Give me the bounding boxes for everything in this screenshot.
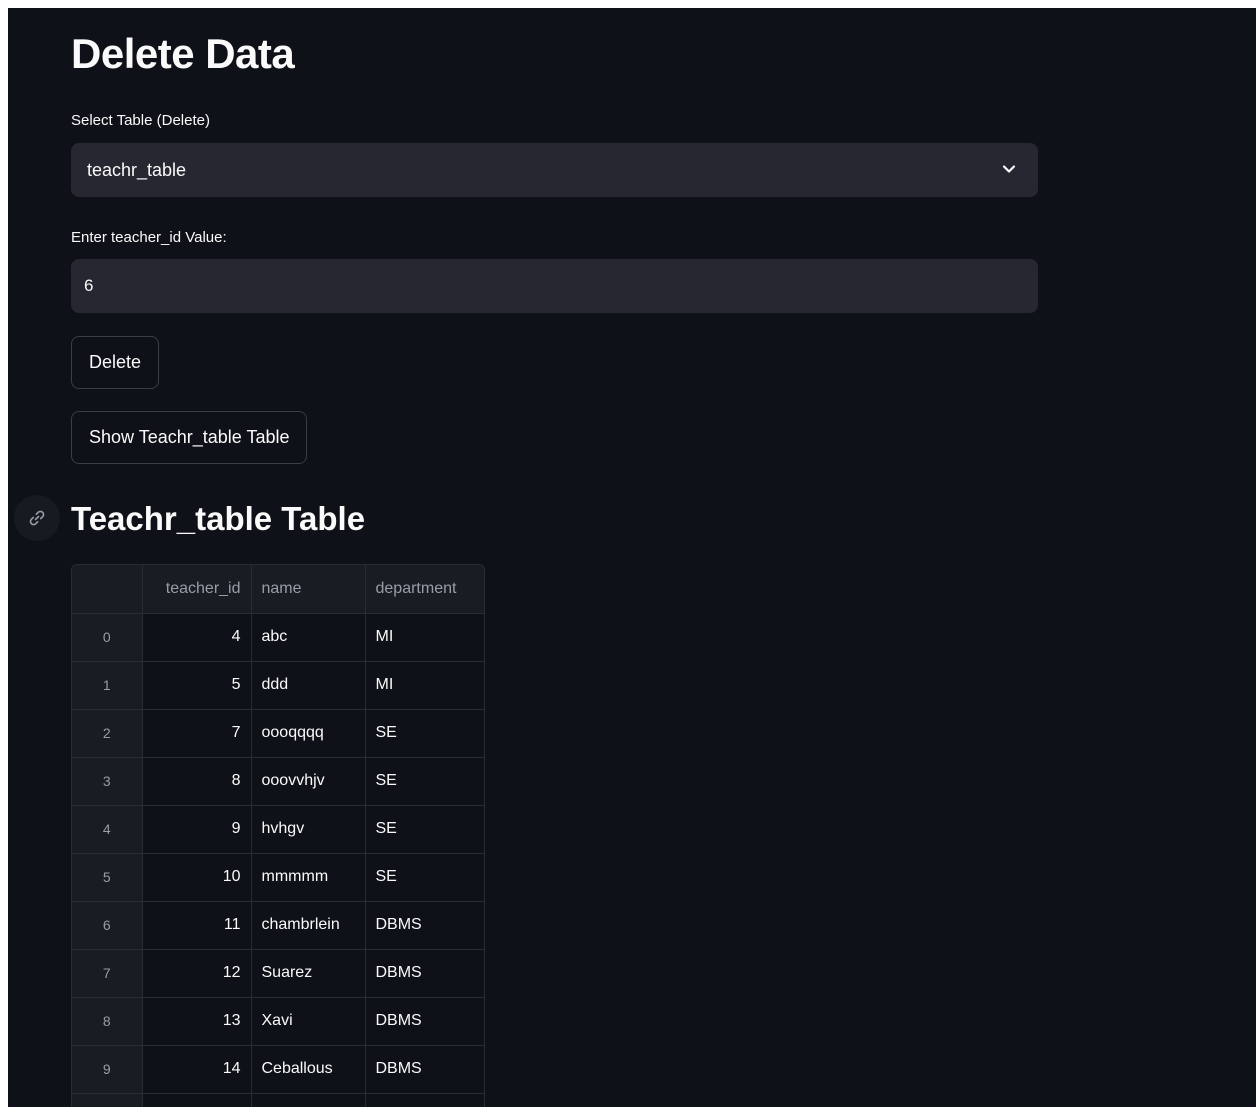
column-header-department[interactable]: department xyxy=(365,565,484,614)
row-index-cell[interactable]: 3 xyxy=(72,757,143,806)
row-index-cell[interactable]: 5 xyxy=(72,853,143,902)
data-table[interactable]: teacher_id name department 0 4 abc MI 1 5 ddd M… xyxy=(71,564,485,1107)
teacher-id-label: Enter teacher_id Value: xyxy=(71,229,227,246)
department-cell[interactable]: DBMS xyxy=(365,901,484,950)
table-row[interactable]: 9 14 Ceballous DBMS xyxy=(72,1045,484,1094)
table-header-row: teacher_id name department xyxy=(72,565,484,614)
show-table-button[interactable]: Show Teachr_table Table xyxy=(71,411,308,464)
row-index-cell[interactable]: 4 xyxy=(72,805,143,854)
select-table-value: teachr_table xyxy=(87,159,187,180)
teacher-id-cell[interactable]: 13 xyxy=(142,997,252,1046)
row-index-cell[interactable]: 9 xyxy=(72,1045,143,1094)
teacher-id-cell[interactable]: 4 xyxy=(142,613,252,662)
select-table-dropdown[interactable]: teachr_table xyxy=(71,143,1038,197)
row-index-cell[interactable]: 0 xyxy=(72,613,143,662)
table-row[interactable]: 1 5 ddd MI xyxy=(72,661,484,710)
row-index-cell[interactable]: 7 xyxy=(72,949,143,998)
row-index-cell[interactable] xyxy=(72,1093,143,1107)
link-icon[interactable] xyxy=(14,495,60,541)
table-row[interactable]: 0 4 abc MI xyxy=(72,613,484,662)
table-row[interactable] xyxy=(72,1093,484,1107)
table-row[interactable]: 7 12 Suarez DBMS xyxy=(72,949,484,998)
name-cell[interactable]: Xavi xyxy=(251,997,366,1046)
teacher-id-cell[interactable]: 5 xyxy=(142,661,252,710)
department-cell[interactable] xyxy=(365,1093,484,1107)
row-index-cell[interactable]: 1 xyxy=(72,661,143,710)
teacher-id-cell[interactable]: 14 xyxy=(142,1045,252,1094)
table-row[interactable]: 4 9 hvhgv SE xyxy=(72,805,484,854)
department-cell[interactable]: SE xyxy=(365,805,484,854)
name-cell[interactable]: chambrlein xyxy=(251,901,366,950)
row-index-cell[interactable]: 2 xyxy=(72,709,143,758)
link-glyph xyxy=(29,510,45,526)
table-row[interactable]: 5 10 mmmmm SE xyxy=(72,853,484,902)
column-header-index[interactable] xyxy=(72,565,143,614)
department-cell[interactable]: SE xyxy=(365,709,484,758)
department-cell[interactable]: DBMS xyxy=(365,949,484,998)
table-row[interactable]: 3 8 ooovvhjv SE xyxy=(72,757,484,806)
teacher-id-cell[interactable]: 11 xyxy=(142,901,252,950)
name-cell[interactable]: mmmmm xyxy=(251,853,366,902)
name-cell[interactable]: abc xyxy=(251,613,366,662)
teacher-id-input[interactable] xyxy=(71,259,1038,313)
table-row[interactable]: 6 11 chambrlein DBMS xyxy=(72,901,484,950)
page-title: Delete Data xyxy=(71,30,295,77)
section-title: Teachr_table Table xyxy=(71,500,366,537)
department-cell[interactable]: MI xyxy=(365,613,484,662)
chevron-down-icon xyxy=(1002,165,1016,173)
name-cell[interactable]: ooovvhjv xyxy=(251,757,366,806)
name-cell[interactable] xyxy=(251,1093,366,1107)
teacher-id-cell[interactable]: 8 xyxy=(142,757,252,806)
column-header-teacher-id[interactable]: teacher_id xyxy=(142,565,252,614)
teacher-id-cell[interactable]: 7 xyxy=(142,709,252,758)
teacher-id-cell[interactable]: 9 xyxy=(142,805,252,854)
name-cell[interactable]: Ceballous xyxy=(251,1045,366,1094)
row-index-cell[interactable]: 6 xyxy=(72,901,143,950)
department-cell[interactable]: SE xyxy=(365,757,484,806)
table-row[interactable]: 8 13 Xavi DBMS xyxy=(72,997,484,1046)
teacher-id-cell[interactable]: 10 xyxy=(142,853,252,902)
name-cell[interactable]: ddd xyxy=(251,661,366,710)
teacher-id-cell[interactable] xyxy=(142,1093,252,1107)
delete-button[interactable]: Delete xyxy=(71,336,160,389)
department-cell[interactable]: DBMS xyxy=(365,1045,484,1094)
name-cell[interactable]: Suarez xyxy=(251,949,366,998)
select-table-label: Select Table (Delete) xyxy=(71,112,210,129)
teacher-id-cell[interactable]: 12 xyxy=(142,949,252,998)
app-main: Delete Data Select Table (Delete) teachr… xyxy=(8,8,1256,1107)
department-cell[interactable]: DBMS xyxy=(365,997,484,1046)
name-cell[interactable]: hvhgv xyxy=(251,805,366,854)
department-cell[interactable]: SE xyxy=(365,853,484,902)
table-row[interactable]: 2 7 oooqqqq SE xyxy=(72,709,484,758)
row-index-cell[interactable]: 8 xyxy=(72,997,143,1046)
name-cell[interactable]: oooqqqq xyxy=(251,709,366,758)
column-header-name[interactable]: name xyxy=(251,565,366,614)
department-cell[interactable]: MI xyxy=(365,661,484,710)
